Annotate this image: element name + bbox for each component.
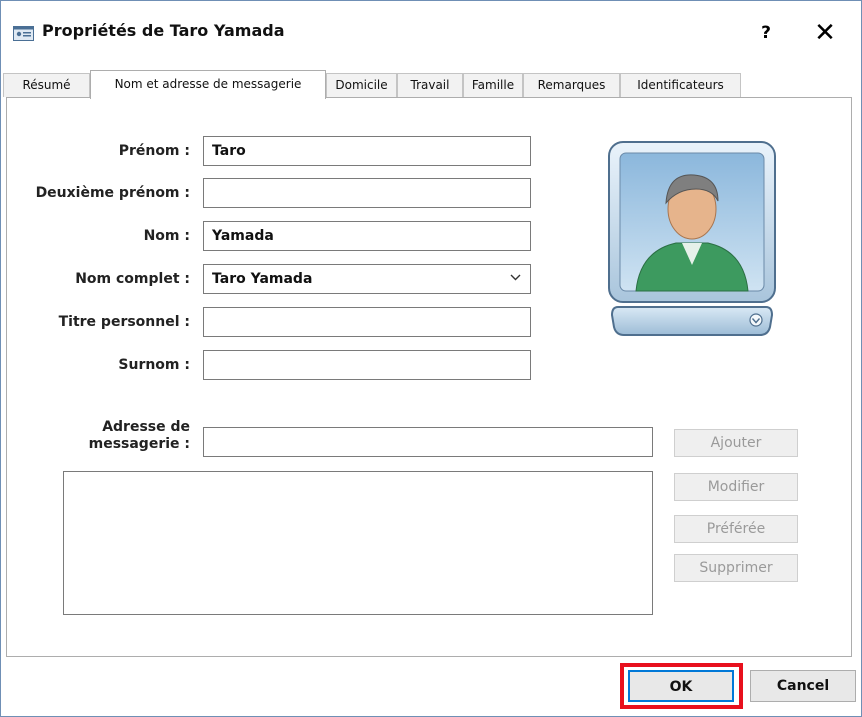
contact-photo-icon[interactable] bbox=[606, 139, 778, 339]
first-name-label: Prénom : bbox=[118, 143, 190, 159]
chevron-down-icon bbox=[510, 274, 521, 281]
full-name-value: Taro Yamada bbox=[212, 271, 313, 287]
first-name-field[interactable]: Taro bbox=[203, 136, 531, 166]
tab-name-email[interactable]: Nom et adresse de messagerie bbox=[90, 70, 326, 99]
tab-work[interactable]: Travail bbox=[397, 73, 463, 97]
contact-properties-dialog: Propriétés de Taro Yamada ? ✕ Résumé Nom… bbox=[0, 0, 862, 717]
tab-notes[interactable]: Remarques bbox=[523, 73, 620, 97]
tab-family[interactable]: Famille bbox=[463, 73, 523, 97]
middle-name-field[interactable] bbox=[203, 178, 531, 208]
personal-title-field[interactable] bbox=[203, 307, 531, 337]
last-name-label: Nom : bbox=[143, 228, 190, 244]
title-bar: Propriétés de Taro Yamada ? ✕ bbox=[1, 1, 861, 63]
window-title: Propriétés de Taro Yamada bbox=[42, 21, 285, 40]
tab-resume[interactable]: Résumé bbox=[3, 73, 90, 97]
edit-button[interactable]: Modifier bbox=[674, 473, 798, 501]
email-label-line1: Adresse de bbox=[102, 419, 190, 435]
email-label-line2: messagerie : bbox=[88, 436, 190, 452]
preferred-button[interactable]: Préférée bbox=[674, 515, 798, 543]
delete-button[interactable]: Supprimer bbox=[674, 554, 798, 582]
add-button[interactable]: Ajouter bbox=[674, 429, 798, 457]
close-button[interactable]: ✕ bbox=[803, 15, 847, 51]
personal-title-label: Titre personnel : bbox=[58, 314, 190, 330]
last-name-field[interactable]: Yamada bbox=[203, 221, 531, 251]
middle-name-label: Deuxième prénom : bbox=[35, 185, 190, 201]
ok-highlight-frame bbox=[620, 663, 743, 709]
help-button[interactable]: ? bbox=[746, 15, 786, 51]
email-field[interactable] bbox=[203, 427, 653, 457]
nickname-field[interactable] bbox=[203, 350, 531, 380]
full-name-label: Nom complet : bbox=[75, 271, 190, 287]
full-name-dropdown[interactable]: Taro Yamada bbox=[203, 264, 531, 294]
cancel-button[interactable]: Cancel bbox=[750, 670, 856, 702]
tab-identifiers[interactable]: Identificateurs bbox=[620, 73, 741, 97]
contact-card-icon bbox=[13, 26, 34, 41]
nickname-label: Surnom : bbox=[118, 357, 190, 373]
tab-strip: Résumé Nom et adresse de messagerie Domi… bbox=[1, 70, 861, 99]
email-label: Adresse de messagerie : bbox=[89, 419, 190, 453]
tab-home[interactable]: Domicile bbox=[326, 73, 397, 97]
email-address-list[interactable] bbox=[63, 471, 653, 615]
